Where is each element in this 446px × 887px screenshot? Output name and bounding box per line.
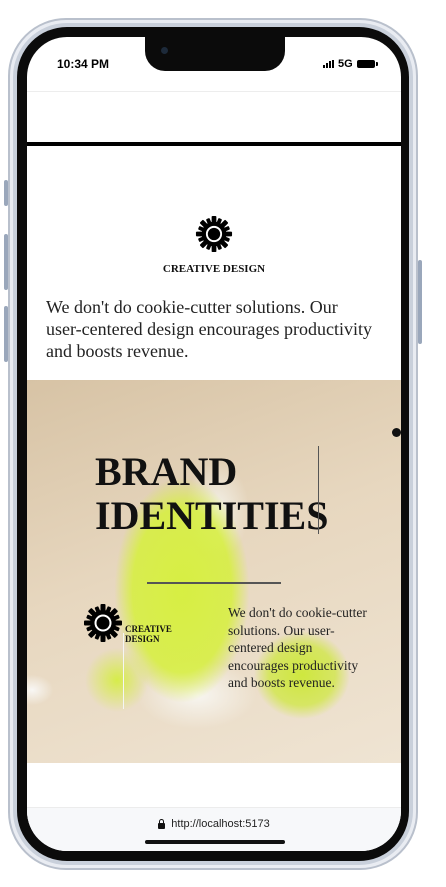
signal-icon	[323, 60, 334, 68]
phone-screen: 10:34 PM 5G CREATIVE DESIGN We don't do …	[27, 37, 401, 851]
hero-banner: BRAND IDENTITIES CREATIVE DESIGN We don'…	[27, 380, 401, 763]
hero-divider	[147, 582, 281, 584]
hero-feature-label: CREATIVE DESIGN	[125, 624, 195, 644]
battery-icon	[356, 60, 378, 68]
power-button	[418, 260, 422, 344]
hero-label-line2: DESIGN	[125, 634, 160, 644]
network-label: 5G	[338, 58, 353, 70]
text-cursor-bar	[318, 446, 319, 534]
browser-address-bar[interactable]: http://localhost:5173	[27, 807, 401, 851]
intro-paragraph: We don't do cookie-cutter solutions. Our…	[46, 297, 373, 361]
url-text[interactable]: http://localhost:5173	[171, 818, 269, 830]
hero-vertical-line	[123, 633, 124, 709]
lock-icon	[158, 818, 166, 829]
section-rule	[27, 142, 401, 146]
home-indicator[interactable]	[145, 840, 285, 844]
hero-paragraph: We don't do cookie-cutter solutions. Our…	[228, 605, 367, 690]
hero-title-line2: IDENTITIES	[95, 493, 329, 538]
address-content: http://localhost:5173	[27, 818, 401, 830]
hero-title: BRAND IDENTITIES	[95, 450, 335, 538]
hero-title-line1: BRAND	[95, 449, 238, 494]
scroll-dot[interactable]	[392, 428, 401, 437]
hero-label-line1: CREATIVE	[125, 624, 172, 634]
status-indicators: 5G	[323, 58, 378, 70]
notch	[145, 37, 285, 71]
status-time: 10:34 PM	[57, 57, 110, 71]
header-divider	[27, 91, 401, 92]
sun-gear-icon	[84, 604, 122, 642]
camera-icon	[161, 47, 168, 54]
feature-label: CREATIVE DESIGN	[162, 263, 266, 275]
sun-gear-icon	[195, 215, 233, 253]
